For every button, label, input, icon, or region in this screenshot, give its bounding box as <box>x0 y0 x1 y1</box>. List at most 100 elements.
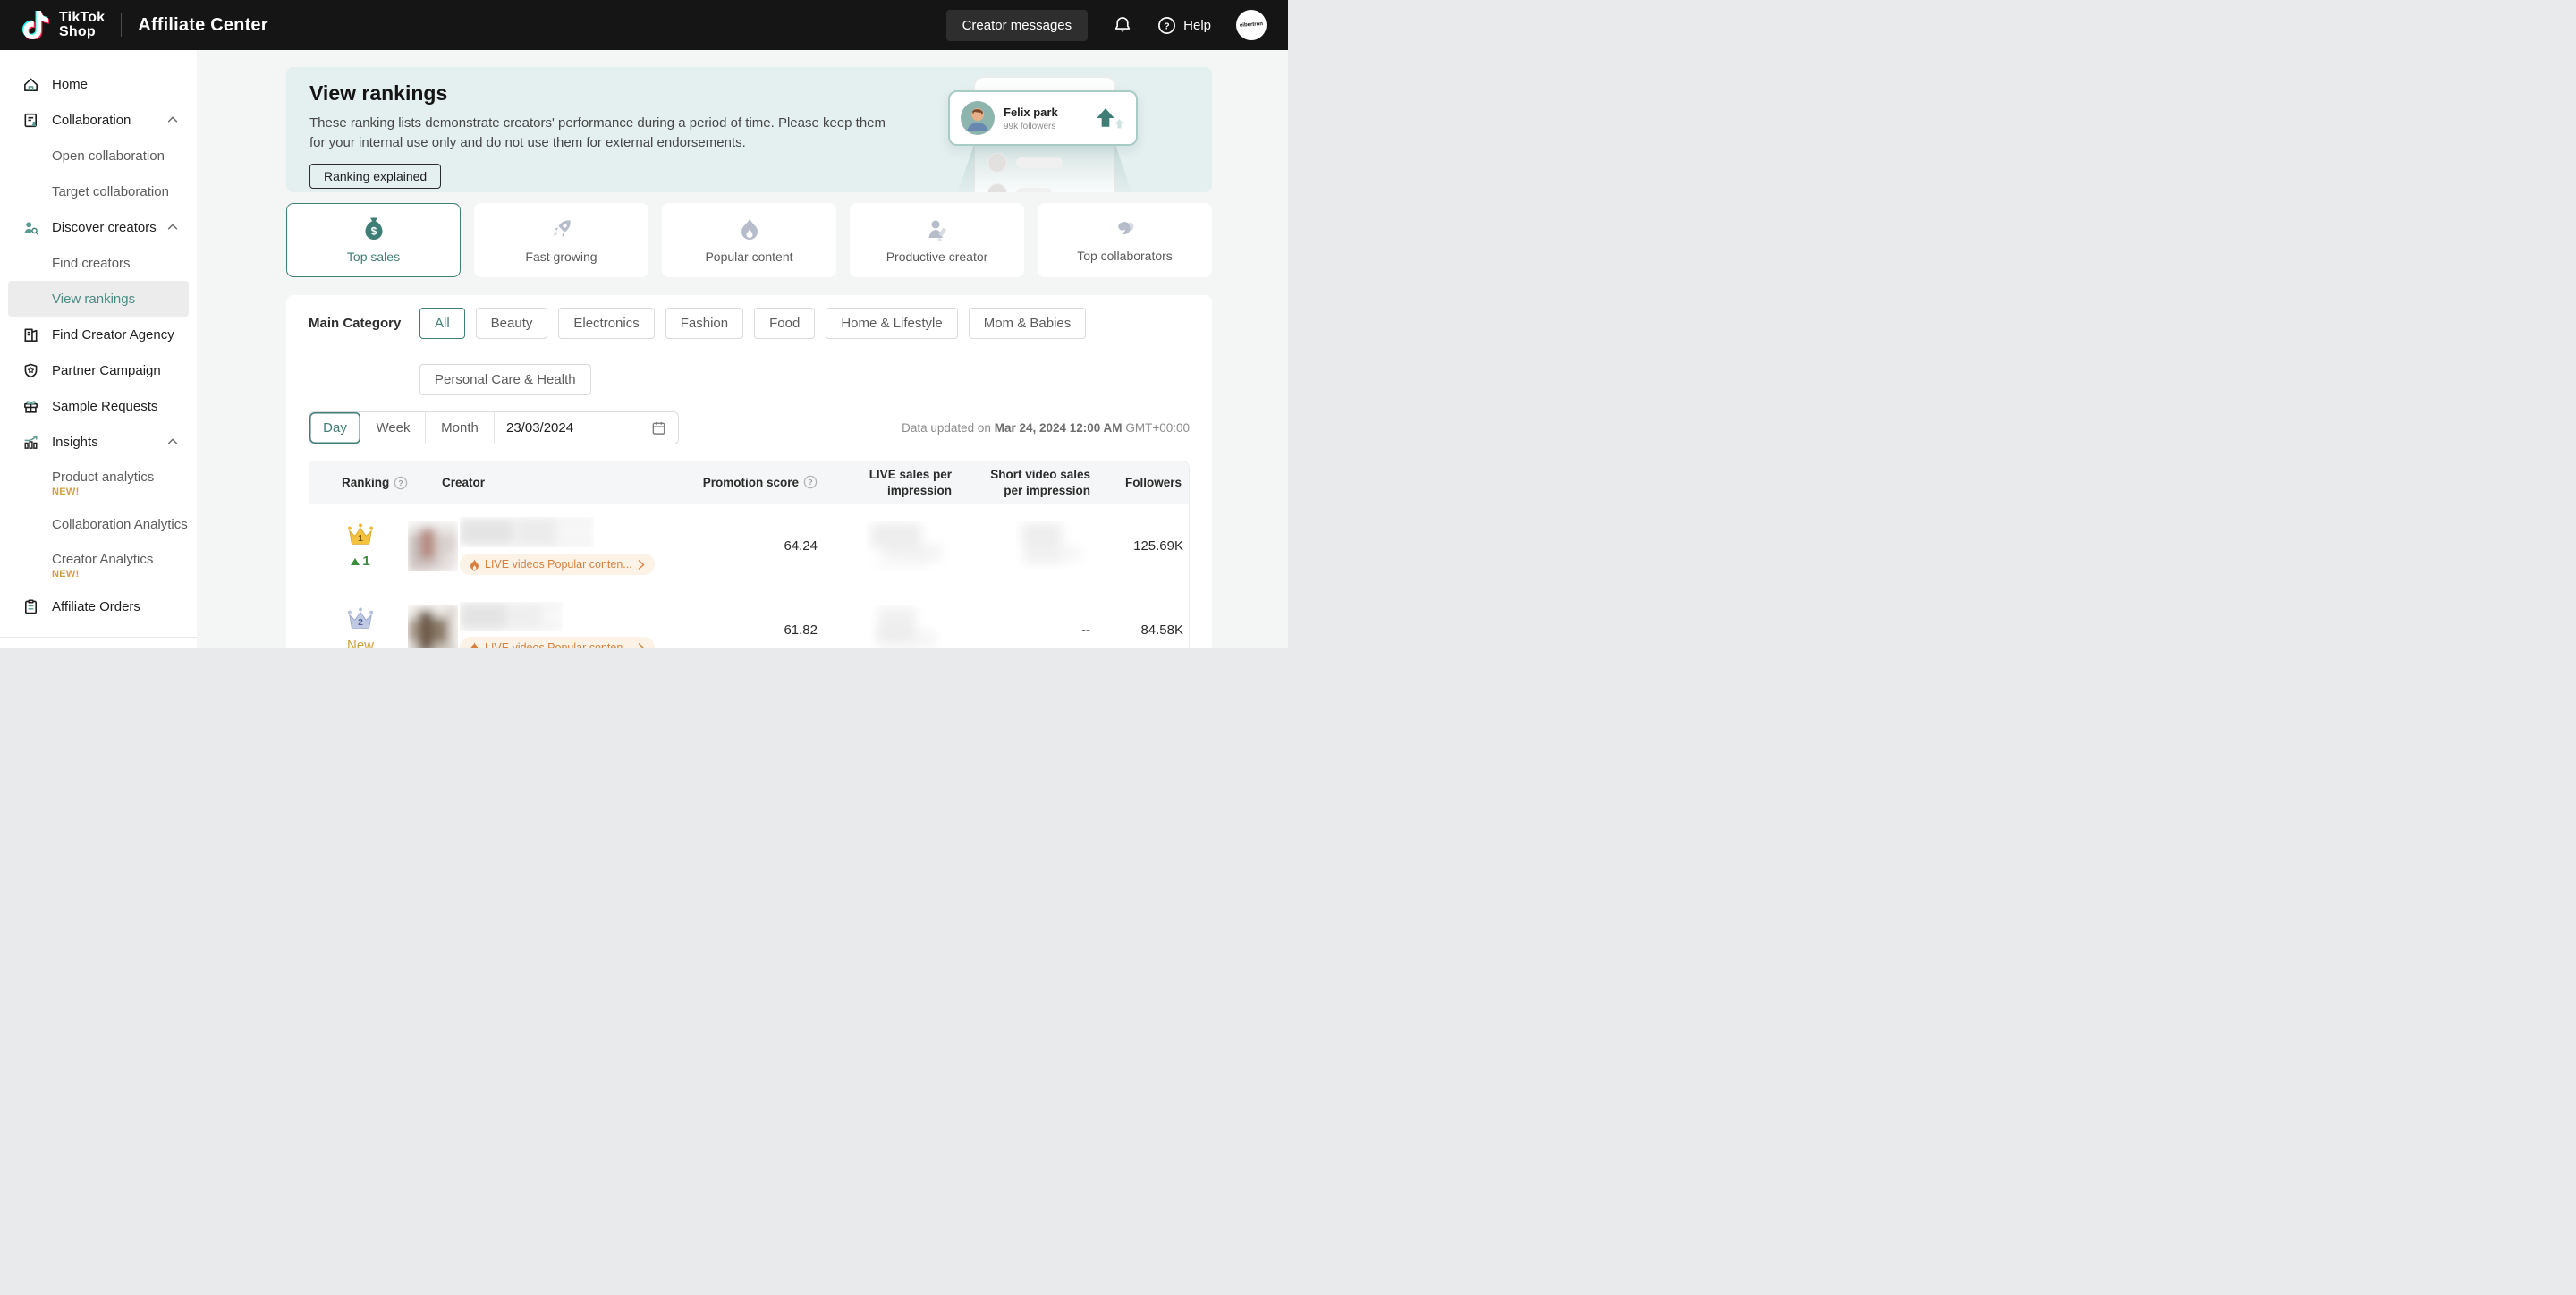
sidebar-item-find-creators[interactable]: Find creators <box>0 245 197 281</box>
sidebar-item-open-collaboration[interactable]: Open collaboration <box>0 138 197 174</box>
felix-park-card: Felix park 99k followers <box>948 90 1138 146</box>
rank-number: 2 <box>358 618 363 628</box>
tab-top-sales[interactable]: $ Top sales <box>286 203 461 277</box>
svg-text:?: ? <box>1164 21 1169 31</box>
sidebar-item-find-creator-agency[interactable]: Find Creator Agency <box>0 317 197 352</box>
rank-movement-up: 1 <box>351 554 369 569</box>
chevron-right-icon <box>638 560 645 570</box>
tab-productive-creator[interactable]: Productive creator <box>850 203 1024 277</box>
date-picker[interactable]: 23/03/2024 <box>495 412 678 444</box>
up-arrow-icon <box>1094 106 1125 130</box>
ranking-explained-button[interactable]: Ranking explained <box>309 164 441 189</box>
sidebar-divider <box>0 637 197 638</box>
tab-top-collaborators[interactable]: Top collaborators <box>1038 203 1212 277</box>
live-sales-redacted <box>818 521 952 571</box>
felix-name: Felix park <box>1004 106 1058 119</box>
rankings-panel: Main Category All Beauty Electronics Fas… <box>286 295 1212 648</box>
illustration-list <box>987 153 1104 192</box>
tab-fast-growing[interactable]: Fast growing <box>474 203 648 277</box>
table-row[interactable]: 1 1 LIVE videos Popular conten... <box>309 504 1189 588</box>
top-header: TikTok Shop Affiliate Center Creator mes… <box>0 0 1288 50</box>
sidebar-item-sample-requests[interactable]: Sample Requests <box>0 388 197 424</box>
live-sales-redacted <box>818 605 952 648</box>
sidebar-item-target-collaboration[interactable]: Target collaboration <box>0 174 197 209</box>
category-chip-beauty[interactable]: Beauty <box>476 308 548 339</box>
followers-value: 84.58K <box>1090 622 1189 638</box>
sidebar-item-insights[interactable]: Insights <box>0 424 197 460</box>
partner-campaign-icon <box>21 361 39 379</box>
category-filter-label: Main Category <box>309 308 419 395</box>
flame-tag-icon <box>470 559 479 571</box>
page-description: These ranking lists demonstrate creators… <box>309 114 900 153</box>
category-chip-all[interactable]: All <box>419 308 465 339</box>
chevron-up-icon <box>166 436 179 448</box>
category-chip-home-lifestyle[interactable]: Home & Lifestyle <box>826 308 957 339</box>
help-icon: ? <box>1157 16 1176 35</box>
creator-messages-button[interactable]: Creator messages <box>946 10 1089 41</box>
svg-text:?: ? <box>399 478 403 487</box>
promotion-score-value: 61.82 <box>674 622 818 638</box>
category-chip-fashion[interactable]: Fashion <box>665 308 743 339</box>
category-chip-personal-care-health[interactable]: Personal Care & Health <box>419 364 591 395</box>
felix-avatar <box>961 101 995 135</box>
rank-movement-new: New <box>347 638 374 648</box>
sidebar-item-collaboration-analytics[interactable]: Collaboration Analytics <box>0 506 197 542</box>
new-badge: NEW! <box>52 487 197 497</box>
flame-tag-icon <box>470 642 479 648</box>
sidebar-item-discover-creators[interactable]: Discover creators <box>0 209 197 245</box>
creator-pencil-icon <box>925 216 950 241</box>
sidebar-item-collaboration[interactable]: Collaboration <box>0 102 197 138</box>
category-chip-mom-babies[interactable]: Mom & Babies <box>969 308 1087 339</box>
affiliate-center-app: TikTok Shop Affiliate Center Creator mes… <box>0 0 1288 648</box>
help-menu[interactable]: ? Help <box>1157 16 1211 35</box>
redacted-avatar <box>408 521 458 571</box>
category-chip-electronics[interactable]: Electronics <box>558 308 654 339</box>
col-live-sales: LIVE sales per impression <box>818 467 952 498</box>
sidebar-item-partner-campaign[interactable]: Partner Campaign <box>0 352 197 388</box>
gold-crown-icon: 1 <box>346 523 375 548</box>
rank-number: 1 <box>358 534 363 544</box>
ranking-help-icon[interactable]: ? <box>394 476 408 490</box>
promotion-score-help-icon[interactable]: ? <box>803 475 818 489</box>
rocket-icon <box>549 216 574 241</box>
sidebar-item-creator-analytics[interactable]: Creator Analytics NEW! <box>0 542 197 588</box>
rankings-illustration: Felix park 99k followers <box>948 67 1163 192</box>
table-header-row: Ranking ? Creator Promotion score ? LIVE… <box>309 461 1189 504</box>
sidebar-nav: Home Collaboration Open collaboration Ta… <box>0 50 197 648</box>
redacted-creator-name <box>460 602 563 631</box>
col-ranking: Ranking ? <box>309 476 408 490</box>
updated-datetime: Mar 24, 2024 12:00 AM <box>995 421 1123 435</box>
period-filter-row: Day Week Month 23/03/2024 Data updated o… <box>309 411 1190 444</box>
creator-label-tag[interactable]: LIVE videos Popular conten... <box>460 637 655 648</box>
tab-popular-content[interactable]: Popular content <box>662 203 836 277</box>
rank-cell: 2 New <box>309 607 408 648</box>
redacted-avatar <box>408 605 458 648</box>
brand-wordmark: TikTok Shop <box>59 11 105 39</box>
rank-cell: 1 1 <box>309 523 408 569</box>
sidebar-item-view-rankings[interactable]: View rankings <box>8 281 189 317</box>
ranking-type-tabs: $ Top sales Fast growing Popular content… <box>286 203 1212 277</box>
sidebar-item-affiliate-orders[interactable]: Affiliate Orders <box>0 588 197 624</box>
sidebar-item-product-analytics[interactable]: Product analytics NEW! <box>0 460 197 506</box>
category-chip-food[interactable]: Food <box>754 308 815 339</box>
period-month[interactable]: Month <box>426 412 495 444</box>
short-video-sales-redacted <box>952 521 1090 571</box>
tiktok-shop-logo[interactable]: TikTok Shop <box>21 11 105 39</box>
category-chips: All Beauty Electronics Fashion Food Home… <box>419 308 1190 395</box>
home-icon <box>21 75 39 93</box>
account-avatar[interactable]: eibertron <box>1236 10 1267 40</box>
col-promotion-score: Promotion score ? <box>674 475 818 491</box>
sidebar-item-home[interactable]: Home <box>0 66 197 102</box>
chevron-up-icon <box>166 221 179 233</box>
period-day[interactable]: Day <box>309 412 361 444</box>
tiktok-note-icon <box>21 11 50 39</box>
chevron-up-icon <box>166 114 179 126</box>
new-badge: NEW! <box>52 569 197 580</box>
creator-cell: LIVE videos Popular conten... <box>408 602 674 648</box>
creator-label-tag[interactable]: LIVE videos Popular conten... <box>460 554 655 575</box>
header-divider <box>121 13 122 37</box>
notifications-bell-icon[interactable] <box>1113 15 1132 35</box>
period-segmented-control: Day Week Month 23/03/2024 <box>309 411 679 444</box>
table-row[interactable]: 2 New LIVE videos Popular conten... <box>309 588 1189 648</box>
period-week[interactable]: Week <box>361 412 426 444</box>
